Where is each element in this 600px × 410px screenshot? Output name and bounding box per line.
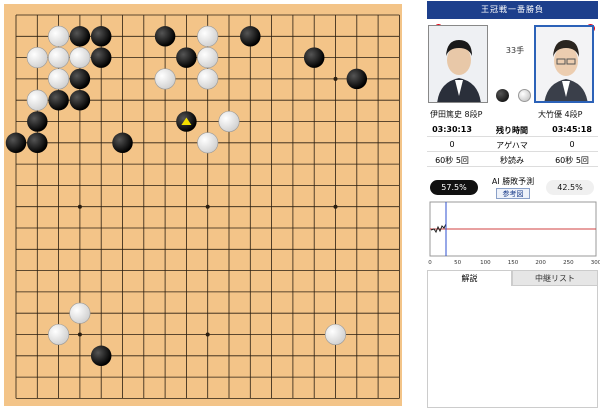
info-panel: 王冠戦一番勝負 33手 伊田篤史 8段P 大竹優 4段P 03:30:13 残り… [426,0,600,410]
byoyomi-row: 60秒 5回 秒読み 60秒 5回 [427,152,598,167]
black-stone [176,47,197,68]
win-rate-graph: 0 50 100 150 200 250 300 [426,200,600,266]
white-stone [26,47,48,69]
black-player-name: 伊田篤史 8段P [430,110,483,119]
board-grid[interactable] [4,4,402,406]
go-board[interactable] [4,4,402,406]
white-stone [197,68,219,90]
graph-tick-label: 150 [508,260,519,266]
star-point [77,204,82,209]
black-agehama: 0 [449,140,455,149]
star-point [205,204,210,209]
black-stone [90,26,112,47]
agehama-row: 0 アゲハマ 0 [427,137,598,152]
game-title: 王冠戦一番勝負 [427,1,598,19]
black-stone [69,26,91,47]
black-stone [154,26,176,47]
white-player-photo [534,25,594,103]
black-win-percentage: 57.5% [430,180,478,195]
star-point [205,332,210,337]
white-stone [69,47,91,69]
black-stone [303,47,325,68]
white-agehama: 0 [569,140,575,149]
game-info-table: 03:30:13 残り時間 03:45:18 0 アゲハマ 0 60秒 5回 秒… [427,122,598,167]
graph-tick-label: 250 [563,260,574,266]
ai-prediction-title: AI 勝敗予測 [491,177,535,186]
black-stone [90,47,112,68]
star-point [333,204,338,209]
black-player-photo [428,25,488,103]
agehama-label: アゲハマ [496,141,528,150]
black-time-left: 03:30:13 [432,125,472,134]
white-time-left: 03:45:18 [552,125,592,134]
white-win-percentage: 42.5% [546,180,594,195]
white-stone [197,132,219,154]
white-byoyomi: 60秒 5回 [555,156,589,165]
black-stone [27,132,48,154]
white-stone [197,25,219,47]
move-counter: 33手 [505,46,525,55]
tab-relay-list[interactable]: 中継リスト [512,270,598,286]
black-stone [90,345,112,367]
black-stone [112,132,133,154]
white-stone [324,323,347,346]
black-stone [69,89,91,111]
graph-tick-label: 300 [591,260,600,266]
white-stone-icon [518,89,531,102]
commentary-panel [427,286,598,408]
white-player-name: 大竹優 4段P [538,110,583,119]
white-stone [69,302,91,324]
black-stone [27,111,48,132]
black-stone-icon [496,89,509,102]
tab-commentary[interactable]: 解説 [427,270,512,286]
white-stone [26,89,48,111]
black-stone [5,132,27,154]
reference-diagram-button[interactable]: 参考図 [496,188,530,199]
black-stone [240,26,261,47]
white-stone [48,47,70,69]
graph-tick-label: 200 [535,260,546,266]
graph-tick-label: 0 [428,260,432,266]
black-stone [69,68,91,90]
white-stone [48,68,70,90]
byoyomi-label: 秒読み [500,156,524,165]
time-row: 03:30:13 残り時間 03:45:18 [427,122,598,137]
star-point [77,332,82,337]
black-stone [48,89,69,111]
star-point [333,76,338,81]
white-stone [48,323,70,346]
time-label: 残り時間 [496,126,528,135]
white-stone [218,110,240,133]
black-stone [346,68,368,90]
white-stone [154,68,176,90]
graph-tick-label: 50 [454,260,461,266]
white-stone [197,47,219,69]
white-stone [48,25,70,47]
black-byoyomi: 60秒 5回 [435,156,469,165]
graph-tick-label: 100 [480,260,491,266]
